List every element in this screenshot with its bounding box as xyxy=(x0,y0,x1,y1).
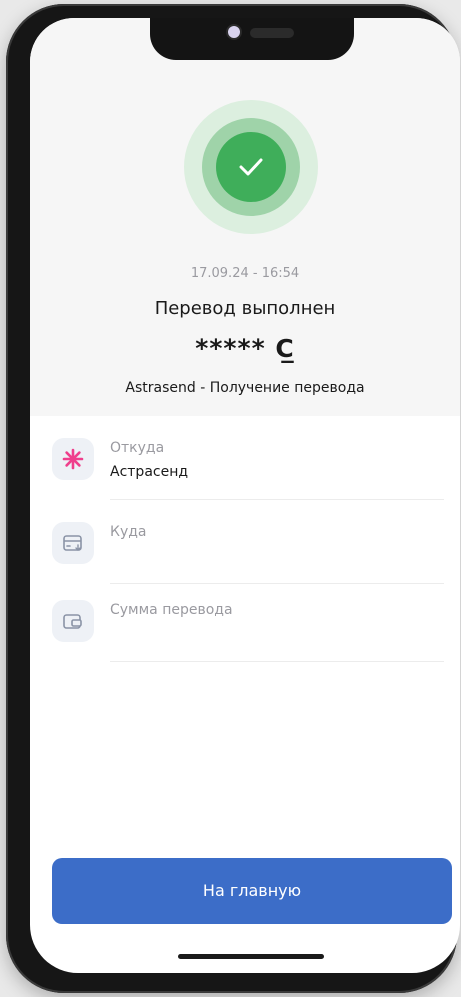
transfer-datetime: 17.09.24 - 16:54 xyxy=(190,266,300,281)
divider xyxy=(110,499,444,500)
success-check-icon xyxy=(216,132,286,202)
detail-row-from: Откуда Астрасенд xyxy=(30,422,460,500)
detail-label-to: Куда xyxy=(110,524,147,540)
transfer-status: Перевод выполнен xyxy=(154,298,336,319)
transfer-description: Astrasend - Получение перевода xyxy=(125,380,365,396)
camera-icon xyxy=(228,26,240,38)
detail-value-from: Астрасенд xyxy=(110,464,189,480)
home-indicator xyxy=(178,954,324,959)
transfer-summary: 17.09.24 - 16:54 Перевод выполнен ***** … xyxy=(30,18,460,416)
astrasend-logo-icon xyxy=(52,438,94,480)
divider xyxy=(110,661,444,662)
wallet-icon xyxy=(52,600,94,642)
card-icon xyxy=(52,522,94,564)
screen: 17.09.24 - 16:54 Перевод выполнен ***** … xyxy=(30,18,460,973)
home-button[interactable]: На главную xyxy=(52,858,452,924)
detail-row-to: Куда xyxy=(30,506,460,584)
detail-label-from: Откуда xyxy=(110,440,165,456)
notch xyxy=(150,18,354,60)
detail-row-amount: Сумма перевода xyxy=(30,584,460,662)
speaker-grille xyxy=(250,28,294,38)
phone-frame: 17.09.24 - 16:54 Перевод выполнен ***** … xyxy=(6,4,460,993)
transfer-amount: ***** С̲ xyxy=(195,334,295,363)
detail-label-amount: Сумма перевода xyxy=(110,602,233,618)
